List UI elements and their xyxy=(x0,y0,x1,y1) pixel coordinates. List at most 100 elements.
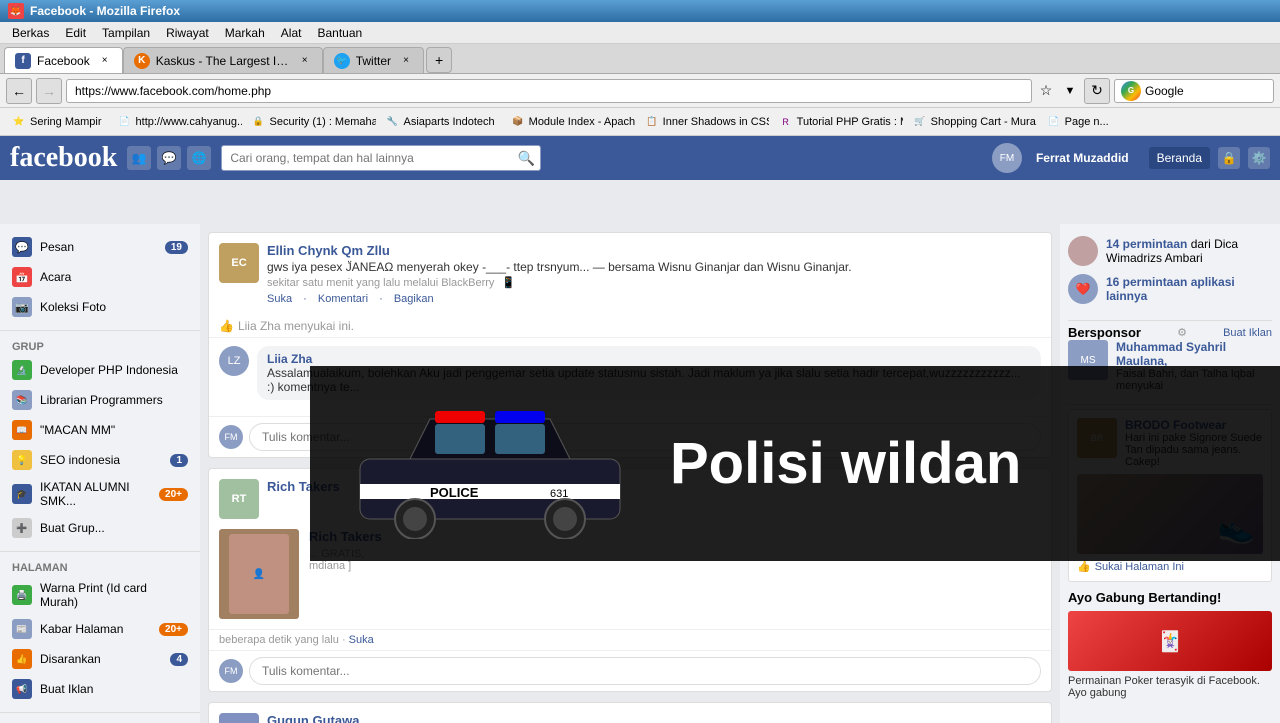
tab-kaskus[interactable]: K Kaskus - The Largest Indonesian Commu.… xyxy=(123,47,323,73)
poker-title: Ayo Gabung Bertanding! xyxy=(1068,590,1272,605)
bookmark-security[interactable]: 🔒 Security (1) : Memaha... xyxy=(246,113,376,131)
menu-riwayat[interactable]: Riwayat xyxy=(158,24,217,42)
tab-close-facebook[interactable]: × xyxy=(98,54,112,68)
bookmark-inner-shadows[interactable]: 📋 Inner Shadows in CSS... xyxy=(639,113,769,131)
bookmark-cahyanug[interactable]: 📄 http://www.cahyanug... xyxy=(112,113,242,131)
menu-berkas[interactable]: Berkas xyxy=(4,24,57,42)
sidebar-section-grup: GRUP 🔬 Developer PHP Indonesia 📚 Librari… xyxy=(0,335,200,543)
post-avatar-rich: RT xyxy=(219,479,259,519)
menu-markah[interactable]: Markah xyxy=(217,24,273,42)
like-text-ellin: Liia Zha menyukai ini. xyxy=(238,319,354,333)
fb-header-icons: 👥 💬 🌐 xyxy=(127,146,211,170)
fb-search-input[interactable] xyxy=(221,145,541,171)
tab-facebook[interactable]: f Facebook × xyxy=(4,47,123,73)
bookmark-favicon-security: 🔒 xyxy=(252,115,266,129)
bookmark-asiaparts[interactable]: 🔧 Asiaparts Indotech xyxy=(380,113,501,131)
sidebar-item-dev-php[interactable]: 🔬 Developer PHP Indonesia xyxy=(0,355,200,385)
bookmark-star-icon[interactable]: ☆ xyxy=(1036,81,1056,101)
url-input[interactable] xyxy=(66,79,1032,103)
bookmark-favicon-inner: 📋 xyxy=(645,115,659,129)
fb-messages-icon[interactable]: 💬 xyxy=(157,146,181,170)
sidebar-icon-librarian: 📚 xyxy=(12,390,32,410)
menu-bantuan[interactable]: Bantuan xyxy=(309,24,370,42)
bookmark-favicon-asiaparts: 🔧 xyxy=(386,115,400,129)
sidebar-item-pesan[interactable]: 💬 Pesan 19 xyxy=(0,232,200,262)
bookmark-sering-mampir[interactable]: ⭐ Sering Mampir xyxy=(6,113,108,131)
back-button[interactable]: ← xyxy=(6,78,32,104)
post-name-gugun[interactable]: Gugun Gutawa xyxy=(267,713,1041,723)
sidebar-item-alumni[interactable]: 🎓 IKATAN ALUMNI SMK... 20+ xyxy=(0,475,200,513)
post-action-bagikan[interactable]: Bagikan xyxy=(394,293,434,305)
bookmark-module-index[interactable]: 📦 Module Index - Apach... xyxy=(505,113,635,131)
tab-close-kaskus[interactable]: × xyxy=(298,54,312,68)
bookmark-shopping-cart[interactable]: 🛒 Shopping Cart - Mura... xyxy=(907,113,1037,131)
menu-edit[interactable]: Edit xyxy=(57,24,94,42)
sponsor-name-1[interactable]: Muhammad Syahril Maulana, xyxy=(1116,340,1272,368)
tab-favicon-kaskus: K xyxy=(134,53,150,69)
fb-globe-icon[interactable]: 🌐 xyxy=(187,146,211,170)
sidebar-icon-acara: 📅 xyxy=(12,267,32,287)
fb-friends-icon[interactable]: 👥 xyxy=(127,146,151,170)
sidebar-item-seo[interactable]: 💡 SEO indonesia 1 xyxy=(0,445,200,475)
tab-close-twitter[interactable]: × xyxy=(399,54,413,68)
post-name-ellin[interactable]: Ellin Chynk Qm Zllu xyxy=(267,243,1041,258)
fb-gear-icon[interactable]: ⚙️ xyxy=(1248,147,1270,169)
new-tab-button[interactable]: + xyxy=(426,47,452,73)
sidebar-item-koleksi-foto[interactable]: 📷 Koleksi Foto xyxy=(0,292,200,322)
bookmark-favicon-php: R xyxy=(779,115,793,129)
sidebar-section-aplikasi: APLIKASI 📱 Pusat Aplikasi 20+ 🎱 8 Ball P… xyxy=(0,717,200,723)
fb-user-avatar: FM xyxy=(992,143,1022,173)
comment-input-avatar-rich: FM xyxy=(219,659,243,683)
sidebar-icon-koleksi: 📷 xyxy=(12,297,32,317)
sidebar-icon-buat-grup: ➕ xyxy=(12,518,32,538)
create-ad-link[interactable]: Buat Iklan xyxy=(1223,327,1272,339)
bookmark-star2-icon[interactable]: ▼ xyxy=(1060,81,1080,101)
brodo-like-button[interactable]: 👍 Sukai Halaman Ini xyxy=(1077,560,1263,573)
fb-user-name[interactable]: Ferrat Muzaddid xyxy=(1036,151,1129,165)
menu-alat[interactable]: Alat xyxy=(273,24,310,42)
fb-lock-icon[interactable]: 🔒 xyxy=(1218,147,1240,169)
sidebar-item-librarian[interactable]: 📚 Librarian Programmers xyxy=(0,385,200,415)
bookmark-page-n[interactable]: 📄 Page n... xyxy=(1041,113,1115,131)
sidebar-item-buat-iklan[interactable]: 📢 Buat Iklan xyxy=(0,674,200,704)
fb-search-bar: 🔍 xyxy=(221,145,541,171)
sidebar-label-pesan: Pesan xyxy=(40,240,74,254)
brodo-like-label: Sukai Halaman Ini xyxy=(1095,561,1184,573)
sidebar-icon-macan: 📖 xyxy=(12,420,32,440)
browser-favicon: 🦊 xyxy=(8,3,24,19)
comment-avatar-liia: LZ xyxy=(219,346,249,376)
sidebar-item-disarankan[interactable]: 👍 Disarankan 4 xyxy=(0,644,200,674)
post-rich-like-action[interactable]: Suka xyxy=(349,634,374,646)
fb-beranda-link[interactable]: Beranda xyxy=(1149,147,1210,169)
sidebar-item-buat-grup[interactable]: ➕ Buat Grup... xyxy=(0,513,200,543)
sidebar-title-grup: GRUP xyxy=(0,335,200,355)
sidebar-title-halaman: HALAMAN xyxy=(0,556,200,576)
sidebar-item-warna-print[interactable]: 🖨️ Warna Print (Id card Murah) xyxy=(0,576,200,614)
bookmark-tutorial-php[interactable]: R Tutorial PHP Gratis : M... xyxy=(773,113,903,131)
fb-search-icon: 🔍 xyxy=(518,150,535,167)
menu-tampilan[interactable]: Tampilan xyxy=(94,24,158,42)
sidebar-item-acara[interactable]: 📅 Acara xyxy=(0,262,200,292)
app-requests-label[interactable]: 16 permintaan aplikasi lainnya xyxy=(1106,275,1272,303)
sidebar-label-warna-print: Warna Print (Id card Murah) xyxy=(40,581,188,609)
comment-input-rich[interactable] xyxy=(249,657,1041,685)
post-action-komentari[interactable]: Komentari xyxy=(318,293,368,305)
post-rich-separator: · xyxy=(342,634,349,646)
refresh-button[interactable]: ↻ xyxy=(1084,78,1110,104)
google-icon: G xyxy=(1121,81,1141,101)
sidebar-badge-kabar-halaman: 20+ xyxy=(159,623,188,636)
sponsor-settings-icon: ⚙ xyxy=(1177,326,1187,339)
facebook-logo: facebook xyxy=(10,142,117,174)
tab-twitter[interactable]: 🐦 Twitter × xyxy=(323,47,424,73)
sidebar-label-macan: "MACAN MM" xyxy=(40,423,115,437)
sidebar-item-kabar-halaman[interactable]: 📰 Kabar Halaman 20+ xyxy=(0,614,200,644)
requests-count[interactable]: 14 permintaan xyxy=(1106,237,1187,251)
comment-name-liia[interactable]: Liia Zha xyxy=(267,352,312,366)
post-card-gugun: GG Gugun Gutawa (_`)ck!..(_`)ck!.. xyxy=(208,702,1052,723)
friend-request-avatar xyxy=(1068,236,1098,266)
sidebar-label-buat-iklan: Buat Iklan xyxy=(40,682,93,696)
google-search[interactable]: G Google xyxy=(1114,79,1274,103)
sidebar-item-macan[interactable]: 📖 "MACAN MM" xyxy=(0,415,200,445)
post-action-suka[interactable]: Suka xyxy=(267,293,292,305)
forward-button[interactable]: → xyxy=(36,78,62,104)
